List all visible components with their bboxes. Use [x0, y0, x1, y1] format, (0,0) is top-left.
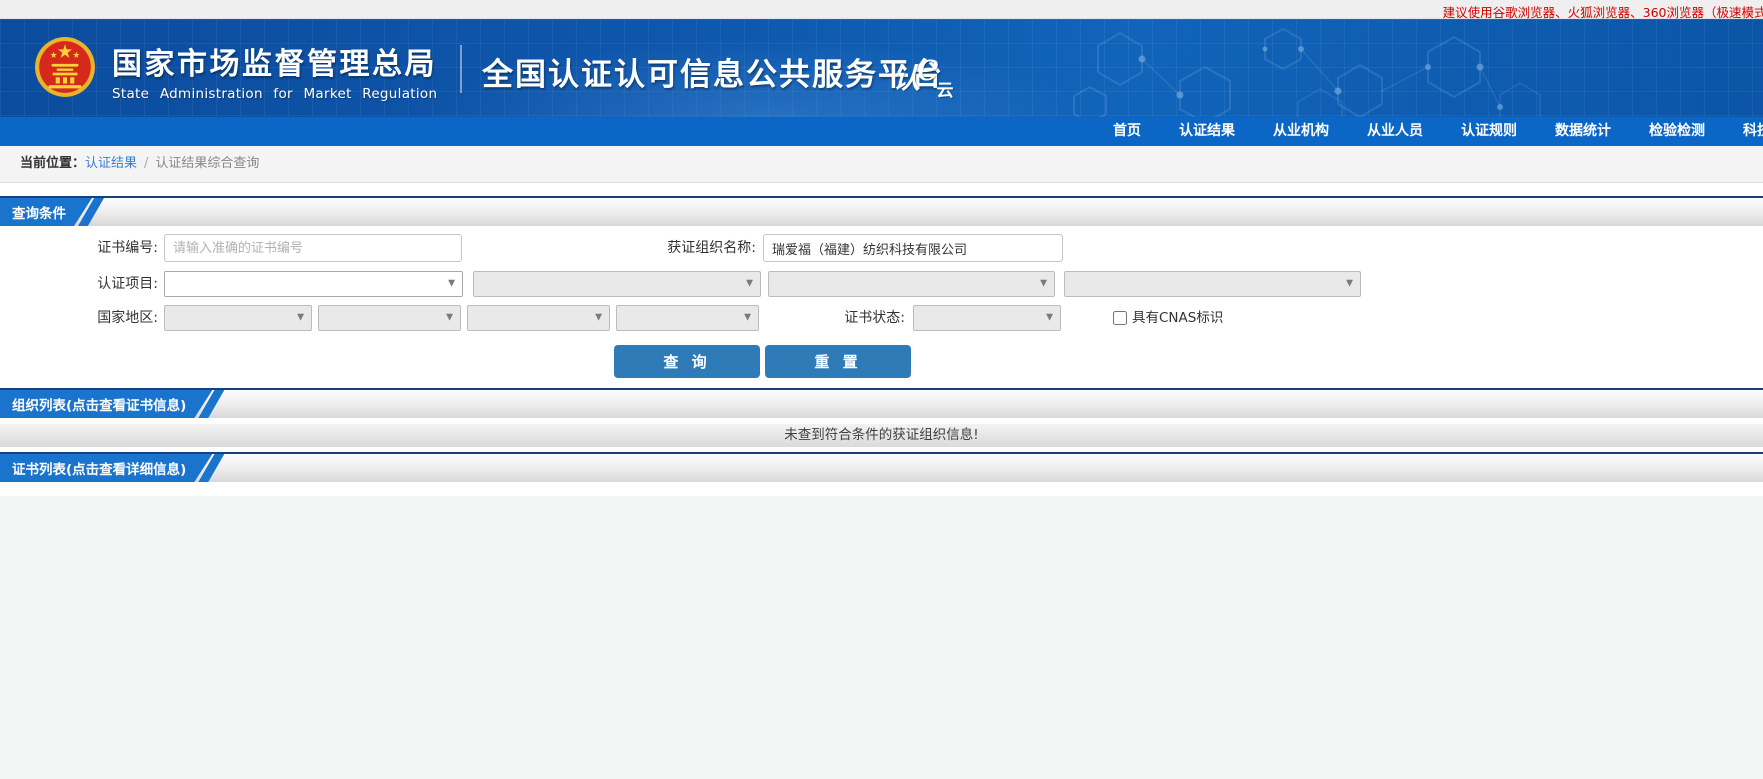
dropdown-arrow-icon: ▼ [1046, 312, 1053, 323]
search-button[interactable]: 查 询 [614, 345, 760, 378]
breadcrumb-prefix: 当前位置： [20, 156, 86, 171]
cnas-checkbox-label: 具有CNAS标识 [1132, 310, 1224, 326]
dropdown-arrow-icon: ▼ [446, 312, 453, 323]
org-list-tab-row: 组织列表(点击查看证书信息) [0, 390, 225, 418]
breadcrumb-link-cert-results[interactable]: 认证结果 [85, 156, 137, 171]
query-conditions-tab-row: 查询条件 [0, 198, 104, 226]
hexagon-pattern-decoration [1073, 27, 1541, 117]
cert-project-select-3: ▼ [768, 271, 1055, 297]
main-nav: 首页 认证结果 从业机构 从业人员 认证规则 数据统计 检验检测 科技 [0, 117, 1763, 146]
nav-item-home[interactable]: 首页 [1113, 117, 1141, 146]
empty-content-area [0, 496, 1763, 779]
breadcrumb-separator: / [144, 156, 149, 171]
org-name-input[interactable] [763, 234, 1063, 262]
nav-item-practitioners[interactable]: 从业人员 [1367, 117, 1423, 146]
nav-item-cert-results[interactable]: 认证结果 [1179, 117, 1235, 146]
nav-item-cert-rules[interactable]: 认证规则 [1461, 117, 1517, 146]
query-form: 证书编号: 获证组织名称: 认证项目: ▼ ▼ ▼ ▼ 国家地区: ▼ ▼ ▼ … [0, 226, 1763, 388]
nav-item-data-statistics[interactable]: 数据统计 [1555, 117, 1611, 146]
region-select-2: ▼ [318, 305, 461, 331]
cert-number-input[interactable] [164, 234, 462, 262]
dropdown-arrow-icon: ▼ [595, 312, 602, 323]
empty-result-message: 未查到符合条件的获证组织信息! [784, 427, 979, 443]
dropdown-arrow-icon: ▼ [1040, 278, 1047, 289]
agency-name-cn: 国家市场监督管理总局 [112, 47, 437, 82]
agency-name-en: State Administration for Market Regulati… [112, 86, 438, 102]
dropdown-arrow-icon: ▼ [744, 312, 751, 323]
nav-item-science-tech[interactable]: 科技 [1743, 117, 1763, 146]
region-select-1: ▼ [164, 305, 312, 331]
cert-project-select-1[interactable]: ▼ [164, 271, 463, 297]
org-list-section-bar: 组织列表(点击查看证书信息) [0, 388, 1763, 418]
cert-project-select-2: ▼ [473, 271, 761, 297]
query-conditions-section-bar: 查询条件 [0, 196, 1763, 226]
cert-number-label: 证书编号: [97, 240, 158, 256]
org-list-tab: 组织列表(点击查看证书信息) [0, 390, 212, 418]
query-conditions-tab: 查询条件 [0, 198, 92, 226]
dropdown-arrow-icon: ▼ [448, 278, 455, 289]
dropdown-arrow-icon: ▼ [746, 278, 753, 289]
page: 建议使用谷歌浏览器、火狐浏览器、360浏览器（极速模式） 国家市场监督管理总局 … [0, 0, 1763, 779]
header-divider [460, 45, 462, 93]
ren-e-yun-logo: 认e云 [892, 45, 954, 101]
cert-status-label: 证书状态: [844, 310, 905, 326]
region-select-3: ▼ [467, 305, 610, 331]
breadcrumb: 当前位置：认证结果 / 认证结果综合查询 [20, 146, 259, 182]
logo-yun-char: 云 [936, 81, 954, 101]
cert-status-select: ▼ [913, 305, 1061, 331]
cnas-checkbox[interactable] [1113, 311, 1127, 325]
breadcrumb-current-page: 认证结果综合查询 [155, 156, 260, 171]
org-name-label: 获证组织名称: [667, 240, 756, 256]
breadcrumb-bar: 当前位置：认证结果 / 认证结果综合查询 [0, 146, 1763, 183]
nav-item-inspection-testing[interactable]: 检验检测 [1649, 117, 1705, 146]
site-header: 国家市场监督管理总局 State Administration for Mark… [0, 19, 1763, 117]
national-emblem-logo [35, 37, 95, 97]
cert-list-tab-row: 证书列表(点击查看详细信息) [0, 454, 225, 482]
agency-title-block: 国家市场监督管理总局 State Administration for Mark… [112, 39, 437, 102]
browser-notice-bar: 建议使用谷歌浏览器、火狐浏览器、360浏览器（极速模式） [0, 0, 1763, 20]
nav-items: 首页 认证结果 从业机构 从业人员 认证规则 数据统计 检验检测 科技 [1113, 117, 1763, 146]
cert-list-tab: 证书列表(点击查看详细信息) [0, 454, 212, 482]
logo-ren-char: 认 [892, 62, 921, 95]
empty-result-bar: 未查到符合条件的获证组织信息! [0, 424, 1763, 447]
reset-button[interactable]: 重 置 [765, 345, 911, 378]
platform-title: 全国认证认可信息公共服务平台 [482, 57, 944, 93]
region-select-4: ▼ [616, 305, 759, 331]
dropdown-arrow-icon: ▼ [1346, 278, 1353, 289]
country-region-label: 国家地区: [97, 310, 158, 326]
cert-project-label: 认证项目: [97, 276, 158, 292]
cert-list-section-bar: 证书列表(点击查看详细信息) [0, 452, 1763, 482]
dropdown-arrow-icon: ▼ [297, 312, 304, 323]
cert-project-select-4: ▼ [1064, 271, 1361, 297]
nav-item-institutions[interactable]: 从业机构 [1273, 117, 1329, 146]
